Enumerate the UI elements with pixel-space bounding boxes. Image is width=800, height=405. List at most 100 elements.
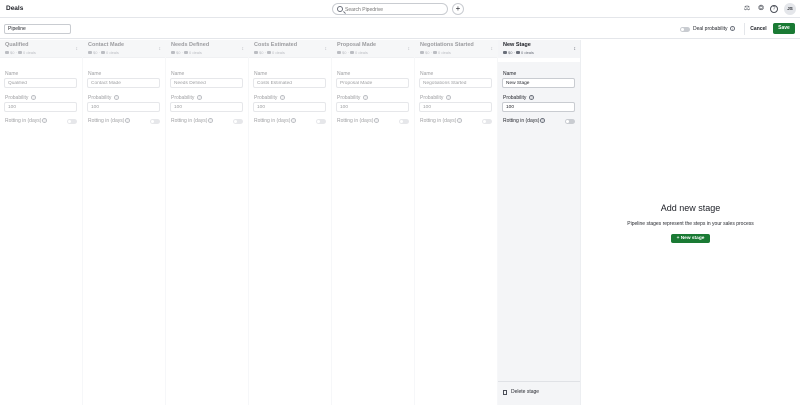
drag-handle-icon[interactable]: ↕ <box>76 46 79 52</box>
info-icon[interactable]: ? <box>291 118 296 123</box>
stage-name-input[interactable] <box>336 78 409 88</box>
deals-icon <box>433 51 438 55</box>
search-icon <box>337 6 343 12</box>
stage-meta: $0 · 0 deals <box>88 50 119 55</box>
deal-probability-toggle[interactable] <box>680 27 690 32</box>
help-icon[interactable]: ? <box>770 5 778 13</box>
stage-header[interactable]: Contact Made $0 · 0 deals ↕ <box>83 40 165 58</box>
trash-icon <box>503 390 507 395</box>
info-icon[interactable]: ? <box>197 95 202 100</box>
stage-column[interactable]: Costs Estimated $0 · 0 deals ↕ Name Prob… <box>249 40 332 405</box>
stage-column-active[interactable]: New Stage $0 · 0 deals ↕ Name Probabilit… <box>498 40 581 405</box>
stage-name-input[interactable] <box>253 78 326 88</box>
rotting-toggle[interactable] <box>316 119 326 124</box>
stage-header[interactable]: New Stage $0 · 0 deals ↕ <box>498 40 580 58</box>
probability-input[interactable] <box>253 102 326 112</box>
probability-input[interactable] <box>419 102 492 112</box>
add-stage-title: Add new stage <box>660 203 721 213</box>
value-icon <box>337 51 341 55</box>
add-stage-panel: Add new stage Pipeline stages represent … <box>581 40 800 405</box>
stage-meta: $0 · 0 deals <box>337 50 368 55</box>
stage-value: $0 <box>425 50 430 55</box>
stage-meta: $0 · 0 deals <box>254 50 285 55</box>
avatar[interactable]: JS <box>784 3 796 15</box>
drag-handle-icon[interactable]: ↕ <box>242 46 245 52</box>
info-icon[interactable]: ? <box>208 118 213 123</box>
rotting-label: Rotting in (days) <box>337 118 374 124</box>
stage-title: New Stage <box>503 42 531 48</box>
info-icon[interactable]: ? <box>446 95 451 100</box>
stage-name-input[interactable] <box>4 78 77 88</box>
name-label: Name <box>420 71 434 77</box>
stage-meta: $0 · 0 deals <box>420 50 451 55</box>
stage-name-input[interactable] <box>502 78 575 88</box>
pipeline-toolbar: Deal probability i Cancel Save <box>0 19 800 39</box>
info-icon[interactable]: ? <box>280 95 285 100</box>
search-box[interactable] <box>332 3 448 15</box>
quick-add-button[interactable]: + <box>452 3 464 15</box>
stage-name-input[interactable] <box>87 78 160 88</box>
info-icon[interactable]: ? <box>540 118 545 123</box>
stage-header[interactable]: Proposal Made $0 · 0 deals ↕ <box>332 40 414 58</box>
info-icon[interactable]: i <box>730 26 735 31</box>
probability-input[interactable] <box>4 102 77 112</box>
lightbulb-icon[interactable]: ❂ <box>756 4 766 14</box>
stage-column[interactable]: Qualified $0 · 0 deals ↕ Name Probabilit… <box>0 40 83 405</box>
info-icon[interactable]: ? <box>529 95 534 100</box>
add-stage-description: Pipeline stages represent the steps in y… <box>627 221 754 227</box>
stage-name-input[interactable] <box>170 78 243 88</box>
stage-header[interactable]: Qualified $0 · 0 deals ↕ <box>0 40 82 58</box>
stage-title: Contact Made <box>88 42 125 48</box>
rotting-toggle[interactable] <box>482 119 492 124</box>
pipeline-name-input[interactable] <box>4 24 71 34</box>
probability-label: Probability <box>503 95 527 101</box>
stage-header[interactable]: Negotiations Started $0 · 0 deals ↕ <box>415 40 497 58</box>
page-title: Deals <box>6 5 24 12</box>
rotting-toggle[interactable] <box>67 119 77 124</box>
stage-column[interactable]: Proposal Made $0 · 0 deals ↕ Name Probab… <box>332 40 415 405</box>
info-icon[interactable]: ? <box>363 95 368 100</box>
stage-name-input[interactable] <box>419 78 492 88</box>
info-icon[interactable]: ? <box>42 118 47 123</box>
stage-header[interactable]: Needs Defined $0 · 0 deals ↕ <box>166 40 248 58</box>
probability-input[interactable] <box>87 102 160 112</box>
stage-value: $0 <box>342 50 347 55</box>
rotting-toggle[interactable] <box>565 119 575 124</box>
probability-label: Probability <box>88 95 112 101</box>
probability-input[interactable] <box>336 102 409 112</box>
delete-stage-button[interactable]: Delete stage <box>498 381 580 405</box>
probability-input[interactable] <box>502 102 575 112</box>
drag-handle-icon[interactable]: ↕ <box>325 46 328 52</box>
new-stage-button[interactable]: + New stage <box>671 234 710 243</box>
info-icon[interactable]: ? <box>125 118 130 123</box>
drag-handle-icon[interactable]: ↕ <box>408 46 411 52</box>
info-icon[interactable]: ? <box>457 118 462 123</box>
deals-icon <box>184 51 189 55</box>
name-label: Name <box>503 71 517 77</box>
top-bar: Deals + ⚖ ❂ ? JS <box>0 0 800 18</box>
stage-column[interactable]: Negotiations Started $0 · 0 deals ↕ Name… <box>415 40 498 405</box>
sales-assistant-icon[interactable]: ⚖ <box>742 4 752 14</box>
stage-column[interactable]: Needs Defined $0 · 0 deals ↕ Name Probab… <box>166 40 249 405</box>
rotting-toggle[interactable] <box>233 119 243 124</box>
stage-value: $0 <box>259 50 264 55</box>
stage-column[interactable]: Contact Made $0 · 0 deals ↕ Name Probabi… <box>83 40 166 405</box>
stage-header[interactable]: Costs Estimated $0 · 0 deals ↕ <box>249 40 331 58</box>
rotting-toggle[interactable] <box>150 119 160 124</box>
search-input[interactable] <box>345 5 445 14</box>
stage-value: $0 <box>93 50 98 55</box>
cancel-button[interactable]: Cancel <box>748 24 769 34</box>
info-icon[interactable]: ? <box>374 118 379 123</box>
drag-handle-icon[interactable]: ↕ <box>491 46 494 52</box>
stage-deals: 0 deals <box>272 50 285 55</box>
stage-deals: 0 deals <box>355 50 368 55</box>
drag-handle-icon[interactable]: ↕ <box>574 46 577 52</box>
drag-handle-icon[interactable]: ↕ <box>159 46 162 52</box>
save-button[interactable]: Save <box>773 23 795 34</box>
rotting-toggle[interactable] <box>399 119 409 124</box>
stage-meta: $0 · 0 deals <box>503 50 534 55</box>
probability-label: Probability <box>420 95 444 101</box>
info-icon[interactable]: ? <box>114 95 119 100</box>
info-icon[interactable]: ? <box>31 95 36 100</box>
probability-input[interactable] <box>170 102 243 112</box>
